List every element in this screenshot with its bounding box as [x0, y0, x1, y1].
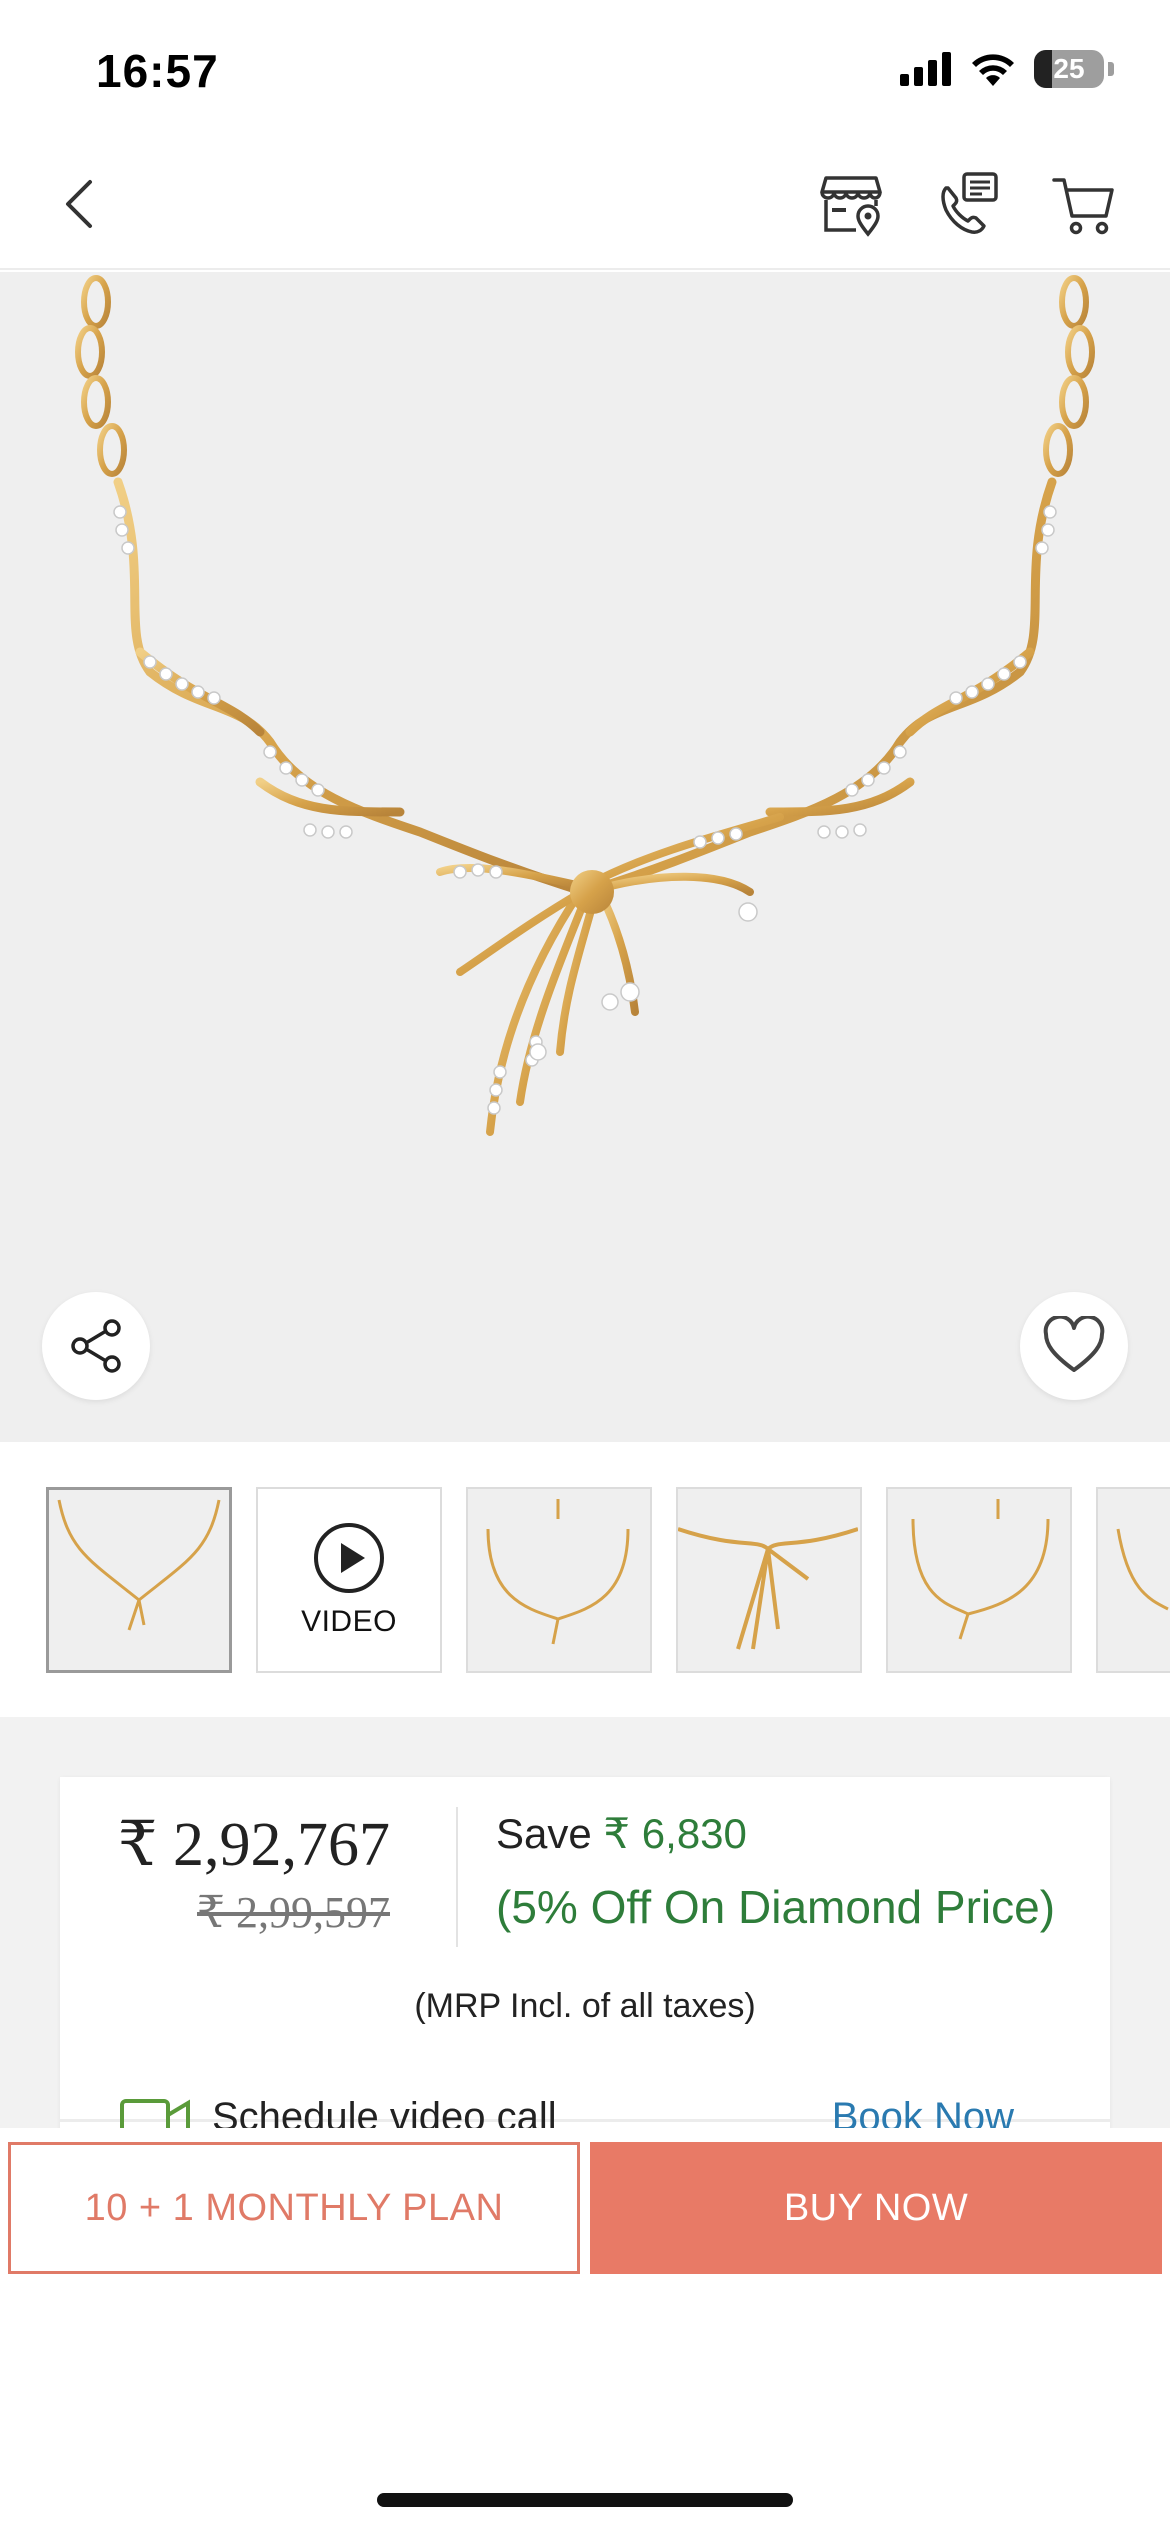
play-icon	[314, 1523, 384, 1593]
back-icon[interactable]	[52, 174, 112, 234]
video-call-row[interactable]: Schedule video call Book Now	[60, 2055, 1110, 2128]
battery-level: 25	[1053, 53, 1085, 84]
bottom-action-bar: 10 + 1 MONTHLY PLAN BUY NOW	[0, 2128, 1170, 2532]
status-bar: 16:57 25	[0, 0, 1170, 140]
share-button[interactable]	[42, 1292, 150, 1400]
wifi-icon	[972, 54, 1014, 86]
save-amount: ₹ 6,830	[603, 1810, 747, 1857]
battery-tip	[1108, 62, 1114, 76]
price-divider	[456, 1807, 458, 1947]
share-icon	[71, 1319, 121, 1373]
buy-now-button[interactable]: BUY NOW	[590, 2142, 1162, 2274]
status-time: 16:57	[96, 45, 219, 97]
video-camera-icon	[120, 2099, 190, 2128]
video-label: VIDEO	[301, 1605, 397, 1638]
battery-icon: 25	[1034, 50, 1104, 88]
signal-icon	[900, 52, 951, 86]
discount-note: (5% Off On Diamond Price)	[496, 1881, 1056, 1933]
thumbnail-necklace-image	[57, 1499, 221, 1631]
price-block: ₹ 2,92,767 ₹ 2,99,597	[60, 1807, 390, 1938]
necklace-image	[75, 275, 1095, 1136]
status-icons: 25	[900, 50, 1114, 88]
thumbnail-necklace-image	[677, 1527, 859, 1650]
thumbnail-necklace-image	[1116, 1528, 1169, 1611]
original-price: ₹ 2,99,597	[197, 1888, 390, 1937]
video-call-label: Schedule video call	[212, 2095, 557, 2128]
savings-block: Save ₹ 6,830 (5% Off On Diamond Price)	[496, 1809, 1055, 1934]
wishlist-button[interactable]	[1020, 1292, 1128, 1400]
heart-icon	[1043, 1316, 1105, 1372]
thumbnail-1[interactable]	[46, 1487, 232, 1673]
product-image[interactable]	[0, 272, 1170, 1442]
thumbnail-5[interactable]	[886, 1487, 1072, 1673]
home-indicator[interactable]	[377, 2493, 793, 2507]
cart-icon[interactable]	[1052, 170, 1116, 238]
current-price: ₹ 2,92,767	[118, 1811, 390, 1879]
thumbnail-strip: VIDEO	[0, 1442, 1170, 1717]
nav-actions	[820, 170, 1116, 238]
thumbnail-6[interactable]	[1096, 1487, 1170, 1673]
save-label: Save	[496, 1810, 592, 1857]
book-now-link[interactable]: Book Now	[832, 2095, 1014, 2128]
monthly-plan-button[interactable]: 10 + 1 MONTHLY PLAN	[8, 2142, 580, 2274]
nav-bar	[0, 140, 1170, 270]
thumbnail-4[interactable]	[676, 1487, 862, 1673]
store-locator-icon[interactable]	[820, 170, 884, 238]
thumbnail-necklace-image	[911, 1499, 1050, 1640]
thumbnail-necklace-image	[486, 1499, 630, 1645]
save-line: Save ₹ 6,830	[496, 1809, 1055, 1858]
thumbnail-3[interactable]	[466, 1487, 652, 1673]
tax-note: (MRP Incl. of all taxes)	[414, 1987, 756, 2025]
thumbnail-video[interactable]: VIDEO	[256, 1487, 442, 1673]
call-support-icon[interactable]	[936, 170, 1000, 238]
